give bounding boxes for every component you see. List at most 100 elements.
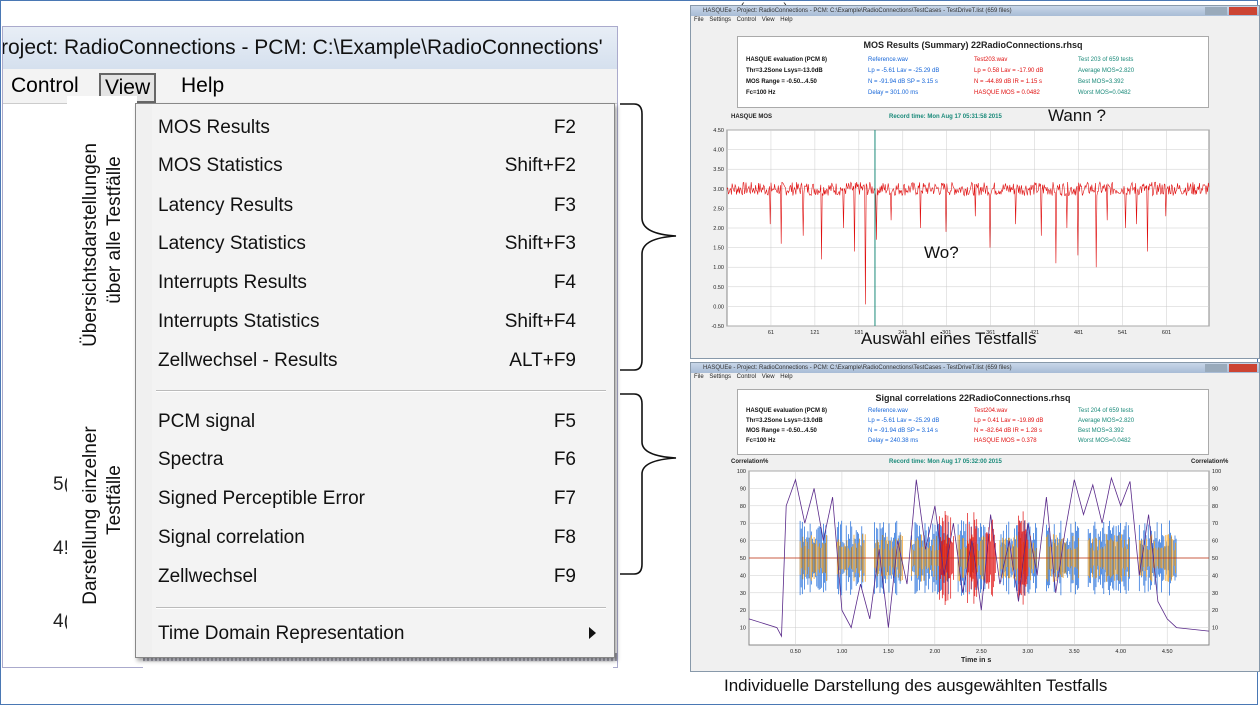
y-tick-label-left: 100	[737, 469, 746, 475]
menu-item-shortcut: Shift+F4	[504, 311, 576, 332]
menu-item-mos-results[interactable]: MOS Results F2	[136, 110, 614, 146]
menu-item-label: Signal correlation	[158, 527, 305, 548]
close-button[interactable]	[1229, 7, 1257, 15]
y-tick-label: 0.00	[713, 304, 724, 310]
info-line: Worst MOS=0.0482	[1078, 438, 1131, 444]
menu-item-signed-perceptible-error[interactable]: Signed Perceptible Error F7	[136, 481, 614, 517]
annotation-label-area	[67, 96, 137, 656]
menu-item-mos-statistics[interactable]: MOS Statistics Shift+F2	[136, 148, 614, 184]
menu-item-label: Zellwechsel - Results	[158, 350, 338, 371]
menu-item-zellwechsel-results[interactable]: Zellwechsel - Results ALT+F9	[136, 343, 614, 379]
info-line: Reference.wav	[868, 57, 909, 63]
menu-help[interactable]: Help	[175, 73, 230, 99]
y-tick-label: 3.00	[713, 187, 724, 193]
x-tick-label: 4.50	[1162, 649, 1173, 655]
info-line: HASQUE MOS = 0.0482	[974, 90, 1040, 96]
y-tick-label-left: 40	[740, 573, 746, 579]
x-tick-label: 2.50	[976, 649, 987, 655]
menu-separator	[156, 607, 606, 609]
y-tick-label-right: 20	[1212, 608, 1218, 614]
window-menu-bar[interactable]: File Settings Control View Help	[691, 373, 1259, 382]
minimize-button[interactable]	[1205, 7, 1227, 15]
overview-brace	[620, 103, 677, 371]
window-title: roject: RadioConnections - PCM: C:\Examp…	[3, 36, 603, 59]
panel-title: Signal correlations 22RadioConnections.r…	[875, 393, 1071, 403]
y-tick-label-left: 90	[740, 486, 746, 492]
y-tick-label-left: 80	[740, 504, 746, 510]
window-menu-bar[interactable]: File Settings Control View Help	[691, 16, 1259, 25]
window-title: HASQUEe - Project: RadioConnections - PC…	[691, 6, 1259, 16]
y-tick-label-right: 70	[1212, 521, 1218, 527]
menu-item-label: Zellwechsel	[158, 566, 258, 587]
menu-item-label: Latency Statistics	[158, 233, 306, 254]
menu-item-shortcut: F3	[553, 195, 576, 216]
info-line: Thr=3.2Sone Lsys=-13.0dB	[746, 418, 823, 424]
x-tick-label: 121	[810, 330, 819, 336]
info-line: Average MOS=2.820	[1078, 68, 1135, 74]
window-title: HASQUEe - Project: RadioConnections - PC…	[691, 363, 1259, 373]
y-tick-label: 3.50	[713, 167, 724, 173]
annotation-when: Wann ?	[1048, 106, 1106, 125]
window-title-bar: roject: RadioConnections - PCM: C:\Examp…	[3, 27, 617, 69]
y-tick-label-left: 30	[740, 591, 746, 597]
menu-item-pcm-signal[interactable]: PCM signal F5	[136, 404, 614, 440]
menu-item-label: Signed Perceptible Error	[158, 488, 365, 509]
minimize-button[interactable]	[1205, 364, 1227, 372]
info-line: N = -91.94 dB SP = 3.15 s	[868, 79, 938, 85]
y-tick-label: -0.50	[711, 324, 724, 330]
mos-chart[interactable]: 4.50 4.00 3.50 3.00 2.50 2.00 1.50 1.00 0.50 0.00…	[691, 124, 1259, 354]
y-tick-label-left: 60	[740, 539, 746, 545]
menu-item-label: Spectra	[158, 449, 224, 470]
menu-item-shortcut: F8	[553, 527, 576, 548]
menu-item-time-domain-representation[interactable]: Time Domain Representation	[136, 616, 614, 652]
menu-item-interrupts-results[interactable]: Interrupts Results F4	[136, 265, 614, 301]
menu-item-shortcut: Shift+F2	[504, 155, 576, 176]
menu-item-latency-statistics[interactable]: Latency Statistics Shift+F3	[136, 226, 614, 262]
info-column-statistics: Test 204 of 659 tests Average MOS=2.820 …	[1078, 406, 1134, 446]
x-tick-label: 601	[1162, 330, 1171, 336]
menu-item-label: PCM signal	[158, 411, 256, 432]
y-tick-label: 2.50	[713, 206, 724, 212]
info-line: Average MOS=2.820	[1078, 418, 1135, 424]
correlation-chart[interactable]: 100 100 90 90 80 80 70 70 60 60 50 50 40 40 30 30 20 20 10…	[691, 467, 1259, 671]
menu-item-label: Interrupts Results	[158, 272, 307, 293]
menu-item-shortcut: F5	[553, 411, 576, 432]
record-time: Record time: Mon Aug 17 05:32:00 2015	[889, 459, 1002, 465]
y-tick-label-right: 80	[1212, 504, 1218, 510]
info-line: HASQUE evaluation (PCM 8)	[746, 57, 828, 63]
info-column-reference: Reference.wav Lp = -5.61 Lav = -25.29 dB…	[868, 406, 939, 446]
info-line: Lp = 0.41 Lav = -19.89 dB	[974, 418, 1044, 424]
annotation-single-line2: Testfälle	[104, 465, 125, 535]
menu-item-latency-results[interactable]: Latency Results F3	[136, 188, 614, 224]
menu-item-shortcut: ALT+F9	[509, 350, 576, 371]
info-column-test: Test204.wav Lp = 0.41 Lav = -19.89 dB N …	[974, 406, 1043, 446]
y-tick-label-left: 10	[740, 626, 746, 632]
y-tick-label: 4.50	[713, 128, 724, 134]
info-line: Lp = 0.58 Lav = -17.90 dB	[974, 68, 1044, 74]
x-tick-label: 0.50	[790, 649, 801, 655]
submenu-arrow-icon	[589, 627, 596, 639]
info-column-evaluation: HASQUE evaluation (PCM 8) Thr=3.2Sone Ls…	[746, 406, 827, 446]
info-line: N = -82.64 dB IR = 1.28 s	[974, 428, 1043, 434]
menu-item-label: MOS Results	[158, 117, 270, 138]
info-line: MOS Range = -0.50...4.50	[746, 79, 817, 85]
info-line: Fc=100 Hz	[746, 438, 776, 444]
close-button[interactable]	[1229, 364, 1257, 372]
menu-item-interrupts-statistics[interactable]: Interrupts Statistics Shift+F4	[136, 304, 614, 340]
annotation-overview-line1: Übersichtsdarstellungen	[80, 143, 101, 347]
menu-item-spectra[interactable]: Spectra F6	[136, 442, 614, 478]
y-tick-label: 2.00	[713, 226, 724, 232]
single-brace	[620, 393, 677, 575]
info-line: Test 203 of 659 tests	[1078, 57, 1134, 63]
info-line: Lp = -5.61 Lav = -25.29 dB	[868, 68, 940, 74]
info-line: Thr=3.2Sone Lsys=-13.0dB	[746, 68, 823, 74]
info-column-test: Test203.wav Lp = 0.58 Lav = -17.90 dB N …	[974, 55, 1043, 99]
menu-item-zellwechsel[interactable]: Zellwechsel F9	[136, 559, 614, 595]
y-tick-label: 1.50	[713, 246, 724, 252]
record-time: Record time: Mon Aug 17 05:31:58 2015	[889, 114, 1002, 120]
info-line: HASQUE evaluation (PCM 8)	[746, 408, 828, 414]
menu-item-shortcut: F4	[553, 272, 576, 293]
menu-item-signal-correlation[interactable]: Signal correlation F8	[136, 520, 614, 556]
y-tick-label-right: 30	[1212, 591, 1218, 597]
menu-item-label: Latency Results	[158, 195, 294, 216]
